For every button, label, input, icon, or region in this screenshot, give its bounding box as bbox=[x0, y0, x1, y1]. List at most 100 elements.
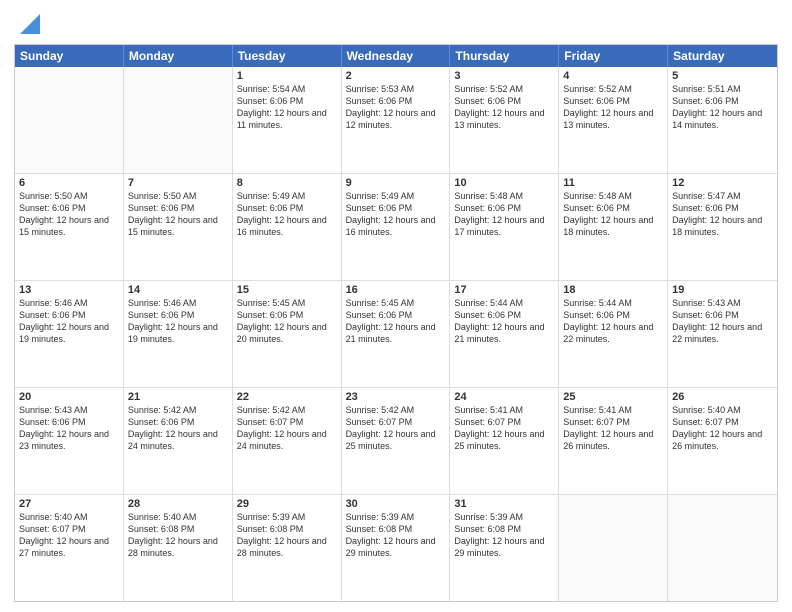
logo bbox=[14, 10, 44, 38]
day-number: 30 bbox=[346, 498, 446, 510]
day-number: 8 bbox=[237, 177, 337, 189]
day-details: Sunrise: 5:47 AMSunset: 6:06 PMDaylight:… bbox=[672, 190, 773, 239]
day-cell-5: 5Sunrise: 5:51 AMSunset: 6:06 PMDaylight… bbox=[668, 67, 777, 173]
day-details: Sunrise: 5:44 AMSunset: 6:06 PMDaylight:… bbox=[454, 297, 554, 346]
empty-cell bbox=[559, 495, 668, 601]
day-number: 1 bbox=[237, 70, 337, 82]
day-details: Sunrise: 5:39 AMSunset: 6:08 PMDaylight:… bbox=[346, 511, 446, 560]
day-cell-15: 15Sunrise: 5:45 AMSunset: 6:06 PMDayligh… bbox=[233, 281, 342, 387]
day-number: 28 bbox=[128, 498, 228, 510]
day-number: 22 bbox=[237, 391, 337, 403]
day-header-thursday: Thursday bbox=[450, 45, 559, 67]
day-details: Sunrise: 5:43 AMSunset: 6:06 PMDaylight:… bbox=[672, 297, 773, 346]
day-number: 24 bbox=[454, 391, 554, 403]
day-details: Sunrise: 5:45 AMSunset: 6:06 PMDaylight:… bbox=[346, 297, 446, 346]
day-cell-23: 23Sunrise: 5:42 AMSunset: 6:07 PMDayligh… bbox=[342, 388, 451, 494]
day-number: 4 bbox=[563, 70, 663, 82]
day-number: 19 bbox=[672, 284, 773, 296]
day-details: Sunrise: 5:39 AMSunset: 6:08 PMDaylight:… bbox=[454, 511, 554, 560]
day-header-friday: Friday bbox=[559, 45, 668, 67]
day-number: 10 bbox=[454, 177, 554, 189]
day-number: 2 bbox=[346, 70, 446, 82]
day-number: 11 bbox=[563, 177, 663, 189]
day-details: Sunrise: 5:40 AMSunset: 6:07 PMDaylight:… bbox=[672, 404, 773, 453]
day-details: Sunrise: 5:50 AMSunset: 6:06 PMDaylight:… bbox=[19, 190, 119, 239]
day-details: Sunrise: 5:41 AMSunset: 6:07 PMDaylight:… bbox=[563, 404, 663, 453]
day-number: 7 bbox=[128, 177, 228, 189]
calendar-row-2: 6Sunrise: 5:50 AMSunset: 6:06 PMDaylight… bbox=[15, 173, 777, 280]
day-number: 31 bbox=[454, 498, 554, 510]
empty-cell bbox=[668, 495, 777, 601]
day-cell-25: 25Sunrise: 5:41 AMSunset: 6:07 PMDayligh… bbox=[559, 388, 668, 494]
day-cell-12: 12Sunrise: 5:47 AMSunset: 6:06 PMDayligh… bbox=[668, 174, 777, 280]
day-header-wednesday: Wednesday bbox=[342, 45, 451, 67]
day-cell-8: 8Sunrise: 5:49 AMSunset: 6:06 PMDaylight… bbox=[233, 174, 342, 280]
day-header-saturday: Saturday bbox=[668, 45, 777, 67]
day-details: Sunrise: 5:49 AMSunset: 6:06 PMDaylight:… bbox=[346, 190, 446, 239]
day-cell-29: 29Sunrise: 5:39 AMSunset: 6:08 PMDayligh… bbox=[233, 495, 342, 601]
day-details: Sunrise: 5:45 AMSunset: 6:06 PMDaylight:… bbox=[237, 297, 337, 346]
day-details: Sunrise: 5:52 AMSunset: 6:06 PMDaylight:… bbox=[454, 83, 554, 132]
day-cell-22: 22Sunrise: 5:42 AMSunset: 6:07 PMDayligh… bbox=[233, 388, 342, 494]
day-details: Sunrise: 5:54 AMSunset: 6:06 PMDaylight:… bbox=[237, 83, 337, 132]
day-details: Sunrise: 5:52 AMSunset: 6:06 PMDaylight:… bbox=[563, 83, 663, 132]
day-number: 20 bbox=[19, 391, 119, 403]
day-details: Sunrise: 5:49 AMSunset: 6:06 PMDaylight:… bbox=[237, 190, 337, 239]
calendar-row-5: 27Sunrise: 5:40 AMSunset: 6:07 PMDayligh… bbox=[15, 494, 777, 601]
day-details: Sunrise: 5:42 AMSunset: 6:07 PMDaylight:… bbox=[346, 404, 446, 453]
day-details: Sunrise: 5:44 AMSunset: 6:06 PMDaylight:… bbox=[563, 297, 663, 346]
day-number: 23 bbox=[346, 391, 446, 403]
logo-icon bbox=[16, 10, 44, 38]
calendar-body: 1Sunrise: 5:54 AMSunset: 6:06 PMDaylight… bbox=[15, 67, 777, 601]
day-number: 29 bbox=[237, 498, 337, 510]
page: SundayMondayTuesdayWednesdayThursdayFrid… bbox=[0, 0, 792, 612]
calendar-row-4: 20Sunrise: 5:43 AMSunset: 6:06 PMDayligh… bbox=[15, 387, 777, 494]
day-number: 13 bbox=[19, 284, 119, 296]
day-details: Sunrise: 5:50 AMSunset: 6:06 PMDaylight:… bbox=[128, 190, 228, 239]
day-number: 21 bbox=[128, 391, 228, 403]
day-details: Sunrise: 5:46 AMSunset: 6:06 PMDaylight:… bbox=[19, 297, 119, 346]
empty-cell bbox=[15, 67, 124, 173]
day-number: 15 bbox=[237, 284, 337, 296]
day-cell-31: 31Sunrise: 5:39 AMSunset: 6:08 PMDayligh… bbox=[450, 495, 559, 601]
day-number: 25 bbox=[563, 391, 663, 403]
day-details: Sunrise: 5:48 AMSunset: 6:06 PMDaylight:… bbox=[563, 190, 663, 239]
day-details: Sunrise: 5:40 AMSunset: 6:07 PMDaylight:… bbox=[19, 511, 119, 560]
calendar-row-3: 13Sunrise: 5:46 AMSunset: 6:06 PMDayligh… bbox=[15, 280, 777, 387]
day-cell-3: 3Sunrise: 5:52 AMSunset: 6:06 PMDaylight… bbox=[450, 67, 559, 173]
day-details: Sunrise: 5:53 AMSunset: 6:06 PMDaylight:… bbox=[346, 83, 446, 132]
day-details: Sunrise: 5:42 AMSunset: 6:06 PMDaylight:… bbox=[128, 404, 228, 453]
day-details: Sunrise: 5:40 AMSunset: 6:08 PMDaylight:… bbox=[128, 511, 228, 560]
day-cell-2: 2Sunrise: 5:53 AMSunset: 6:06 PMDaylight… bbox=[342, 67, 451, 173]
day-cell-24: 24Sunrise: 5:41 AMSunset: 6:07 PMDayligh… bbox=[450, 388, 559, 494]
day-number: 16 bbox=[346, 284, 446, 296]
day-cell-13: 13Sunrise: 5:46 AMSunset: 6:06 PMDayligh… bbox=[15, 281, 124, 387]
day-number: 5 bbox=[672, 70, 773, 82]
header bbox=[14, 10, 778, 38]
day-cell-14: 14Sunrise: 5:46 AMSunset: 6:06 PMDayligh… bbox=[124, 281, 233, 387]
calendar: SundayMondayTuesdayWednesdayThursdayFrid… bbox=[14, 44, 778, 602]
day-cell-16: 16Sunrise: 5:45 AMSunset: 6:06 PMDayligh… bbox=[342, 281, 451, 387]
day-number: 18 bbox=[563, 284, 663, 296]
empty-cell bbox=[124, 67, 233, 173]
day-cell-18: 18Sunrise: 5:44 AMSunset: 6:06 PMDayligh… bbox=[559, 281, 668, 387]
day-details: Sunrise: 5:51 AMSunset: 6:06 PMDaylight:… bbox=[672, 83, 773, 132]
day-number: 9 bbox=[346, 177, 446, 189]
day-cell-7: 7Sunrise: 5:50 AMSunset: 6:06 PMDaylight… bbox=[124, 174, 233, 280]
day-details: Sunrise: 5:43 AMSunset: 6:06 PMDaylight:… bbox=[19, 404, 119, 453]
day-cell-30: 30Sunrise: 5:39 AMSunset: 6:08 PMDayligh… bbox=[342, 495, 451, 601]
day-details: Sunrise: 5:48 AMSunset: 6:06 PMDaylight:… bbox=[454, 190, 554, 239]
day-cell-20: 20Sunrise: 5:43 AMSunset: 6:06 PMDayligh… bbox=[15, 388, 124, 494]
day-cell-1: 1Sunrise: 5:54 AMSunset: 6:06 PMDaylight… bbox=[233, 67, 342, 173]
day-cell-6: 6Sunrise: 5:50 AMSunset: 6:06 PMDaylight… bbox=[15, 174, 124, 280]
day-details: Sunrise: 5:46 AMSunset: 6:06 PMDaylight:… bbox=[128, 297, 228, 346]
day-number: 3 bbox=[454, 70, 554, 82]
day-header-sunday: Sunday bbox=[15, 45, 124, 67]
day-cell-9: 9Sunrise: 5:49 AMSunset: 6:06 PMDaylight… bbox=[342, 174, 451, 280]
day-header-monday: Monday bbox=[124, 45, 233, 67]
day-details: Sunrise: 5:42 AMSunset: 6:07 PMDaylight:… bbox=[237, 404, 337, 453]
day-cell-21: 21Sunrise: 5:42 AMSunset: 6:06 PMDayligh… bbox=[124, 388, 233, 494]
day-cell-28: 28Sunrise: 5:40 AMSunset: 6:08 PMDayligh… bbox=[124, 495, 233, 601]
day-cell-4: 4Sunrise: 5:52 AMSunset: 6:06 PMDaylight… bbox=[559, 67, 668, 173]
day-number: 17 bbox=[454, 284, 554, 296]
